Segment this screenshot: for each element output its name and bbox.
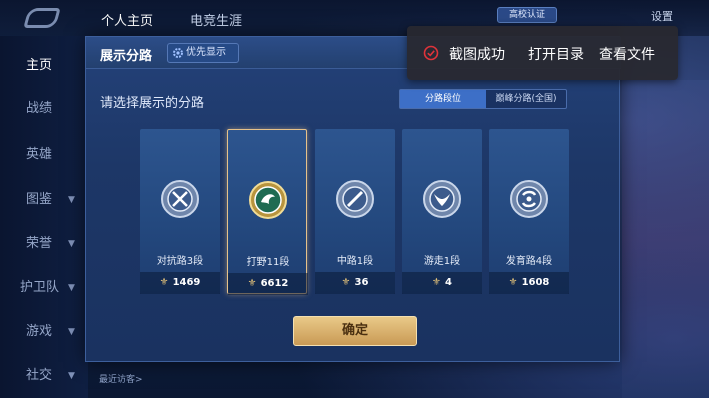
tab-profile[interactable]: 个人主页 [101,10,153,29]
sidebar-item-heroes[interactable]: 英雄 [0,140,88,170]
chevron-down-icon: ▼ [68,327,75,337]
lane-points: ⚜ 6612 [228,273,308,295]
lane-label: 中路1段 [336,256,374,267]
sidebar-item-atlas[interactable]: 图鉴 ▼ [0,185,88,215]
lane-card-roam[interactable]: 游走1段 ⚜ 4 [402,129,482,294]
lane-points-value: 1608 [521,277,550,288]
sidebar-item-label: 主页 [26,58,53,73]
campus-badge[interactable]: 高校认证 [497,7,557,23]
view-file-link[interactable]: 查看文件 [599,44,655,64]
points-icon: ⚜ [341,277,351,288]
roam-lane-emblem-icon [423,180,461,218]
points-icon: ⚜ [247,278,257,289]
points-icon: ⚜ [432,277,441,288]
check-circle-icon [423,45,439,61]
lane-select-prompt: 请选择展示的分路 [100,96,205,111]
lane-points: ⚜ 1469 [140,272,220,294]
jungle-lane-emblem-icon [249,181,287,219]
lane-label: 发育路4段 [505,256,553,267]
mid-lane-emblem-icon [336,180,374,218]
lane-card-farm[interactable]: 发育路4段 ⚜ 1608 [489,129,569,294]
farm-lane-emblem-icon [510,180,548,218]
chevron-down-icon: ▼ [68,371,75,381]
hero-artwork [622,80,709,398]
lane-card-jungle[interactable]: 打野11段 ⚜ 6612 [227,129,308,295]
lane-display-dialog: 展示分路 优先显示 请选择展示的分路 分路段位 巅峰分路(全国) 对抗路3段 ⚜… [85,36,621,362]
points-icon: ⚜ [508,277,518,288]
sidebar-item-label: 英雄 [26,147,53,162]
sidebar-item-label: 战绩 [26,101,53,116]
priority-display-label: 优先显示 [186,47,226,58]
sidebar-item-social[interactable]: 社交 ▼ [0,361,88,391]
sidebar-item-games[interactable]: 游戏 ▼ [0,317,88,347]
lane-card-mid[interactable]: 中路1段 ⚜ 36 [315,129,395,294]
recent-visitors-link[interactable]: 最近访客> [99,372,143,385]
chevron-down-icon: ▼ [68,239,75,249]
screenshot-toast: 截图成功 打开目录 查看文件 [407,26,678,80]
chevron-down-icon: ▼ [68,283,75,293]
dialog-title: 展示分路 [100,49,153,64]
sidebar-item-record[interactable]: 战绩 [0,94,88,124]
back-logo-icon[interactable] [23,8,61,28]
lane-card-clash[interactable]: 对抗路3段 ⚜ 1469 [140,129,220,294]
lane-points: ⚜ 1608 [489,272,569,294]
chevron-down-icon: ▼ [68,195,75,205]
lane-label: 对抗路3段 [156,256,204,267]
toast-message: 截图成功 [449,47,505,63]
lane-points-value: 6612 [260,278,289,289]
priority-display-button[interactable]: 优先显示 [167,43,239,63]
lane-label: 打野11段 [246,257,290,268]
sidebar-item-guard[interactable]: 护卫队 ▼ [0,273,88,303]
confirm-button[interactable]: 确定 [293,316,417,346]
sidebar-item-honor[interactable]: 荣誉 ▼ [0,229,88,259]
lane-mode-toggle: 分路段位 巅峰分路(全国) [399,89,567,109]
lane-points: ⚜ 4 [402,272,482,294]
toggle-peak-lane[interactable]: 巅峰分路(全国) [486,90,566,108]
sidebar: 主页 战绩 英雄 图鉴 ▼ 荣誉 ▼ 护卫队 ▼ 游戏 ▼ 社交 ▼ [0,36,88,398]
clash-lane-emblem-icon [161,180,199,218]
sidebar-item-label: 护卫队 [20,280,60,295]
open-folder-link[interactable]: 打开目录 [528,44,584,64]
sidebar-item-label: 社交 [26,368,53,383]
sidebar-item-label: 游戏 [26,324,53,339]
lane-points-value: 36 [354,277,369,288]
gear-icon [173,48,183,58]
toggle-lane-rank[interactable]: 分路段位 [400,90,486,108]
lane-points-value: 4 [445,277,452,288]
sidebar-item-label: 图鉴 [26,192,53,207]
sidebar-item-label: 荣誉 [26,236,53,251]
sidebar-item-home[interactable]: 主页 [0,51,88,81]
points-icon: ⚜ [159,277,169,288]
lane-points: ⚜ 36 [315,272,395,294]
settings-link[interactable]: 设置 [651,8,673,24]
lane-points-value: 1469 [172,277,201,288]
lane-label: 游走1段 [423,256,461,267]
tab-esports-career[interactable]: 电竞生涯 [190,10,242,29]
